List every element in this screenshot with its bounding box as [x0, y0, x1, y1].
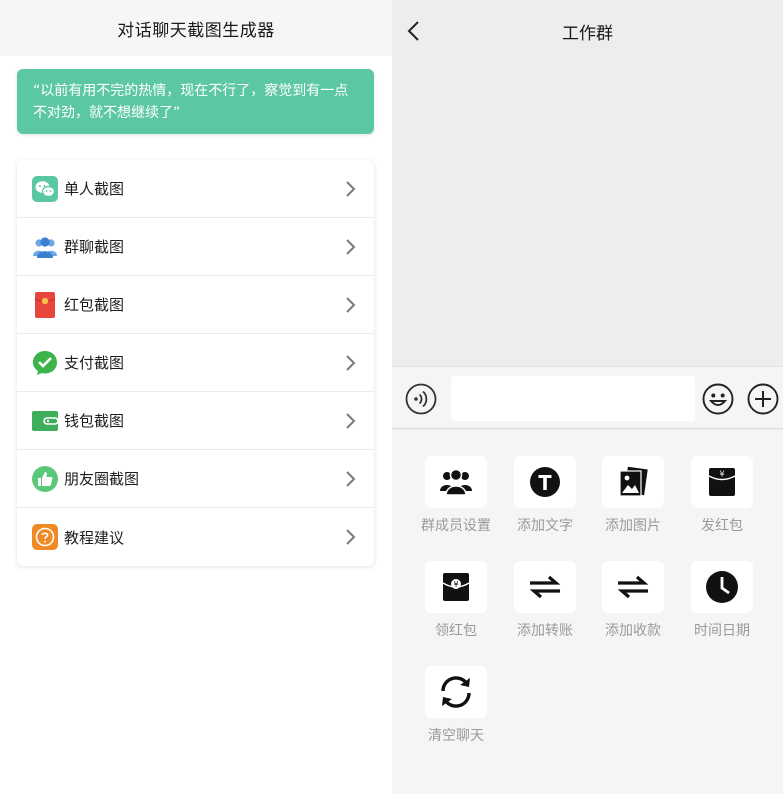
chat-title: 工作群 [562, 23, 613, 44]
message-input[interactable] [451, 376, 695, 421]
chevron-right-icon [346, 297, 356, 313]
quote-card: “以前有用不完的热情，现在不行了，察觉到有一点不对劲，就不想继续了” [17, 69, 374, 134]
app-title: 对话聊天截图生成器 [117, 20, 275, 41]
menu-item-label: 朋友圈截图 [64, 470, 140, 488]
tool-button[interactable]: ¥ [425, 561, 487, 613]
tool-button[interactable] [602, 561, 664, 613]
thumbs-up-icon [32, 465, 58, 492]
menu-item-label: 红包截图 [64, 296, 125, 314]
menu-item-moments[interactable]: 朋友圈截图 [17, 450, 374, 508]
chevron-right-icon [346, 529, 356, 545]
svg-text:¥: ¥ [453, 580, 458, 589]
tool-button[interactable] [514, 456, 576, 508]
voice-icon[interactable] [405, 383, 437, 415]
tool-label: 群成员设置 [421, 518, 491, 534]
tool-add-text[interactable]: 添加文字 [502, 456, 588, 548]
transfer-icon [529, 575, 561, 599]
chevron-right-icon [346, 471, 356, 487]
tools-panel: 群成员设置 添加文字 添加图片 ¥ 发红包 ¥ 领红包 添加转账 添加收款 时间… [392, 430, 783, 794]
chat-header: 工作群 [392, 0, 783, 62]
menu-item-label: 教程建议 [64, 528, 125, 547]
chat-editor-panel: 工作群 群成员设置 添加文字 添加图片 ¥ 发红包 ¥ 领红包 添加转账 添加收… [392, 0, 783, 794]
image-icon [619, 466, 648, 497]
wechat-icon [32, 175, 58, 202]
menu-item-payment[interactable]: 支付截图 [17, 334, 374, 392]
payment-check-icon [32, 350, 58, 376]
menu-item-label: 群聊截图 [64, 238, 125, 256]
tool-button[interactable]: ¥ [691, 456, 753, 508]
tool-button[interactable] [602, 456, 664, 508]
tool-group-members[interactable]: 群成员设置 [413, 456, 499, 548]
tool-button[interactable] [691, 561, 753, 613]
tool-button[interactable] [425, 456, 487, 508]
tool-label: 添加图片 [605, 518, 661, 534]
send-red-packet-icon: ¥ [708, 468, 736, 496]
chevron-right-icon [346, 355, 356, 371]
tool-add-transfer[interactable]: 添加转账 [502, 561, 588, 653]
tool-send-red-packet[interactable]: ¥ 发红包 [679, 456, 765, 548]
tool-label: 发红包 [701, 518, 743, 534]
tool-date-time[interactable]: 时间日期 [679, 561, 765, 653]
emoji-icon[interactable] [702, 383, 734, 415]
chevron-right-icon [346, 239, 356, 255]
chevron-right-icon [346, 413, 356, 429]
menu-item-red-packet[interactable]: 红包截图 [17, 276, 374, 334]
tool-label: 添加收款 [605, 623, 661, 639]
tool-add-receipt[interactable]: 添加收款 [590, 561, 676, 653]
tool-clear-chat[interactable]: 清空聊天 [413, 666, 499, 758]
receive-money-icon [617, 575, 649, 599]
menu-item-tutorial[interactable]: 教程建议 [17, 508, 374, 566]
refresh-icon [441, 676, 471, 708]
help-icon [32, 524, 58, 550]
group-users-icon [32, 234, 58, 260]
tool-button[interactable] [425, 666, 487, 718]
tool-label: 领红包 [435, 623, 477, 639]
red-packet-icon [32, 291, 58, 318]
menu-item-label: 支付截图 [64, 354, 125, 372]
plus-icon[interactable] [747, 383, 779, 415]
text-icon [530, 467, 560, 497]
menu-item-wallet[interactable]: 钱包截图 [17, 392, 374, 450]
clock-icon [706, 571, 738, 603]
chat-message-area[interactable] [392, 62, 783, 366]
svg-text:¥: ¥ [719, 470, 724, 479]
tool-button[interactable] [514, 561, 576, 613]
receive-red-packet-icon: ¥ [442, 573, 470, 601]
generator-home-panel: 对话聊天截图生成器 “以前有用不完的热情，现在不行了，察觉到有一点不对劲，就不想… [0, 0, 392, 794]
wallet-icon [32, 408, 58, 434]
tool-label: 添加文字 [517, 518, 573, 534]
menu-item-single-chat[interactable]: 单人截图 [17, 160, 374, 218]
chat-input-bar [392, 366, 783, 429]
menu-item-label: 单人截图 [64, 180, 125, 198]
chevron-right-icon [346, 181, 356, 197]
menu-item-group-chat[interactable]: 群聊截图 [17, 218, 374, 276]
tool-label: 清空聊天 [428, 728, 484, 744]
feature-menu: 单人截图 群聊截图 红包截图 支付截图 钱包截图 朋友圈截图 教程建议 [17, 160, 374, 566]
tool-add-image[interactable]: 添加图片 [590, 456, 676, 548]
menu-item-label: 钱包截图 [64, 412, 125, 430]
tool-receive-red-packet[interactable]: ¥ 领红包 [413, 561, 499, 653]
tool-label: 时间日期 [694, 623, 750, 639]
tool-label: 添加转账 [517, 623, 573, 639]
group-members-icon [440, 468, 472, 496]
back-arrow-icon[interactable] [406, 20, 422, 42]
app-header: 对话聊天截图生成器 [0, 0, 392, 56]
